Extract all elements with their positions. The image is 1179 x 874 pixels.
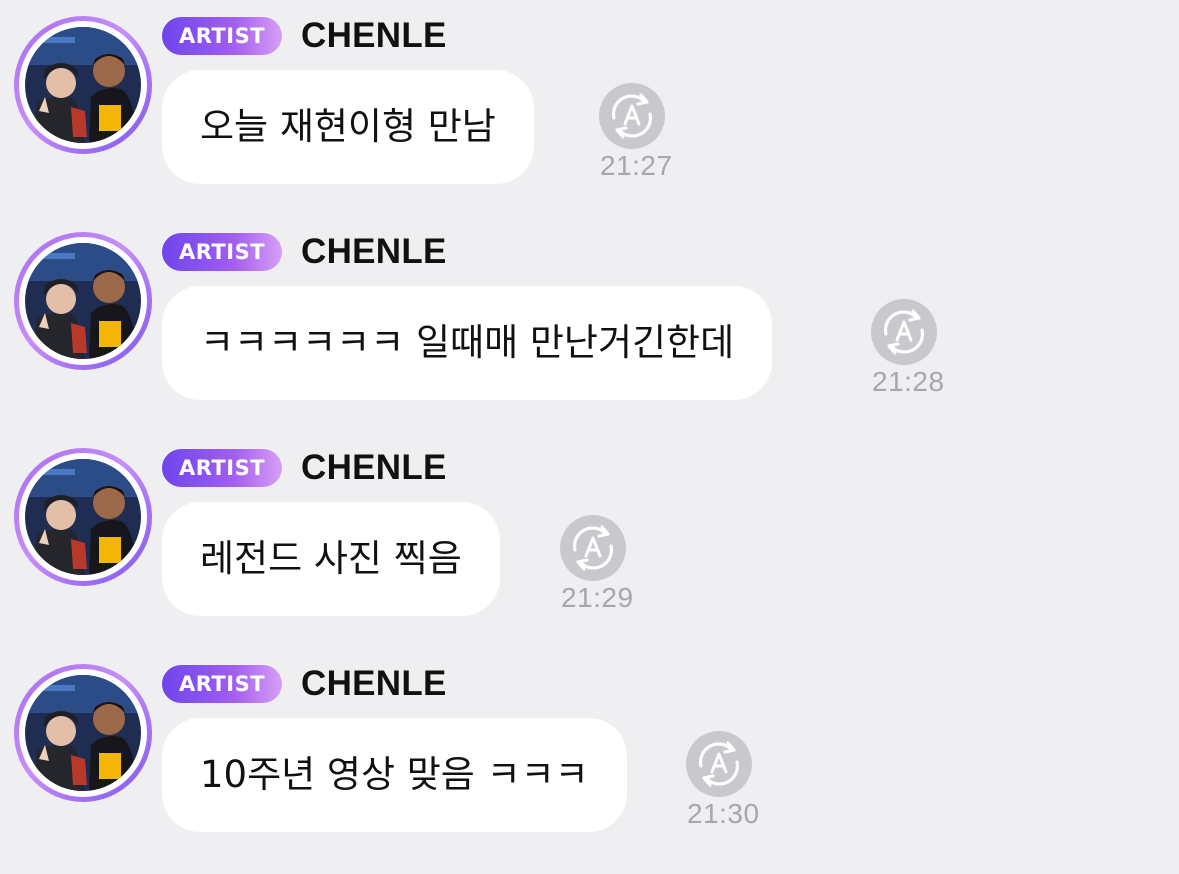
chat-message: ARTIST CHENLE 10주년 영상 맞음 ㅋㅋㅋ 21:30 [0, 648, 1179, 848]
translate-icon[interactable] [559, 514, 627, 582]
message-bubble[interactable]: 오늘 재현이형 만남 [162, 70, 534, 184]
message-bubble[interactable]: ㅋㅋㅋㅋㅋㅋ 일때매 만난거긴한데 [162, 286, 773, 400]
chat-message: ARTIST CHENLE 오늘 재현이형 만남 21:27 [0, 0, 1179, 200]
avatar-photo [25, 675, 141, 791]
avatar[interactable] [14, 448, 152, 586]
message-timestamp: 21:30 [687, 798, 760, 829]
translate-icon[interactable] [598, 82, 666, 150]
avatar[interactable] [14, 664, 152, 802]
avatar-photo [25, 459, 141, 575]
translate-icon[interactable] [870, 298, 938, 366]
message-timestamp: 21:29 [561, 582, 634, 613]
message-timestamp: 21:28 [872, 366, 945, 397]
avatar-border [19, 21, 147, 149]
chat-message: ARTIST CHENLE ㅋㅋㅋㅋㅋㅋ 일때매 만난거긴한데 21:28 [0, 216, 1179, 416]
message-bubble[interactable]: 10주년 영상 맞음 ㅋㅋㅋ [162, 718, 627, 832]
avatar-border [19, 237, 147, 365]
message-bubble[interactable]: 레전드 사진 찍음 [162, 502, 500, 616]
sender-name[interactable]: CHENLE [301, 662, 447, 706]
chat-message: ARTIST CHENLE 레전드 사진 찍음 21:29 [0, 432, 1179, 632]
artist-badge: ARTIST [162, 449, 282, 487]
avatar[interactable] [14, 232, 152, 370]
avatar-photo [25, 27, 141, 143]
artist-badge: ARTIST [162, 665, 282, 703]
artist-badge: ARTIST [162, 233, 282, 271]
message-timestamp: 21:27 [600, 150, 673, 181]
avatar-border [19, 669, 147, 797]
avatar[interactable] [14, 16, 152, 154]
avatar-photo [25, 243, 141, 359]
avatar-border [19, 453, 147, 581]
translate-icon[interactable] [685, 730, 753, 798]
sender-name[interactable]: CHENLE [301, 446, 447, 490]
sender-name[interactable]: CHENLE [301, 230, 447, 274]
artist-badge: ARTIST [162, 17, 282, 55]
sender-name[interactable]: CHENLE [301, 14, 447, 58]
